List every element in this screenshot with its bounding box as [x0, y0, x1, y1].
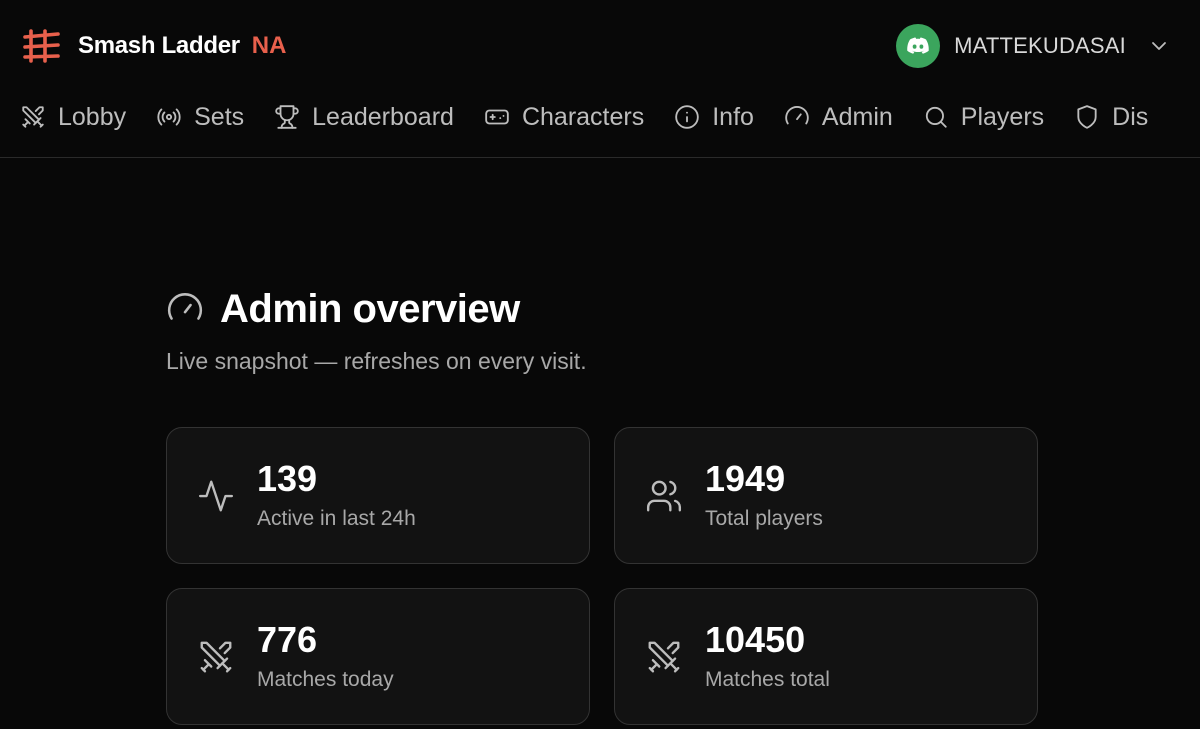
search-icon: [925, 106, 947, 128]
nav-item-info[interactable]: Info: [674, 103, 754, 132]
nav-label: Characters: [521, 102, 645, 131]
gauge-icon: [785, 106, 809, 125]
nav-label: Players: [960, 102, 1045, 131]
page-header: Admin overview Live snapshot — refreshes…: [166, 286, 1038, 375]
shield-icon: [1077, 105, 1097, 129]
stat-value: 139: [257, 458, 318, 499]
users-icon: [646, 480, 682, 512]
nav-label: Sets: [194, 102, 245, 131]
stat-card-players: 1949 Total players: [614, 427, 1038, 564]
user-menu[interactable]: MATTEKUDASAI: [896, 24, 1168, 68]
stat-label: Matches total: [705, 668, 830, 691]
title-row: Admin overview: [166, 286, 1038, 332]
crossed-swords-icon: [22, 106, 44, 128]
broadcast-icon: [157, 108, 181, 126]
crossed-swords-icon: [200, 641, 232, 673]
main-nav: Lobby Sets Leaderboard Characters Info A…: [20, 96, 1178, 138]
brand-name: Smash Ladder: [78, 32, 240, 59]
crossed-swords-icon: [648, 641, 680, 673]
activity-icon: [198, 480, 234, 512]
nav-item-lobby[interactable]: Lobby: [20, 103, 126, 132]
region-label: NA: [251, 32, 287, 59]
stat-value: 10450: [705, 619, 806, 660]
info-icon: [675, 105, 699, 129]
nav-label: Info: [712, 102, 754, 131]
nav-item-characters[interactable]: Characters: [484, 103, 644, 132]
gauge-icon: [167, 293, 203, 320]
top-header: Smash Ladder NA MATTEKUDASAI Lobby Sets …: [0, 0, 1200, 158]
nav-label: Admin: [821, 102, 893, 131]
stats-grid: 139 Active in last 24h 1949 Total player…: [166, 427, 1038, 725]
nav-item-sets[interactable]: Sets: [156, 103, 244, 132]
chevron-down-icon[interactable]: [1150, 37, 1168, 55]
discord-icon: [907, 37, 929, 54]
stat-label: Total players: [705, 507, 823, 530]
stat-card-matches-total: 10450 Matches total: [614, 588, 1038, 725]
brand[interactable]: Smash Ladder NA: [22, 26, 286, 66]
nav-item-leaderboard[interactable]: Leaderboard: [274, 103, 454, 132]
stat-value: 1949: [705, 458, 786, 499]
trophy-icon: [275, 105, 299, 129]
nav-item-players[interactable]: Players: [923, 103, 1044, 132]
stat-label: Active in last 24h: [257, 507, 416, 530]
nav-label: Leaderboard: [312, 102, 454, 131]
page-subtitle: Live snapshot — refreshes on every visit…: [166, 348, 587, 374]
nav-label: Lobby: [58, 102, 127, 131]
discord-avatar[interactable]: [896, 24, 941, 68]
gamepad-icon: [485, 109, 509, 125]
nav-item-admin[interactable]: Admin: [784, 103, 893, 132]
page-title: Admin overview: [220, 286, 520, 331]
stat-card-matches-today: 776 Matches today: [166, 588, 590, 725]
stat-value: 776: [257, 619, 318, 660]
nav-label: Dis: [1112, 102, 1149, 131]
stat-card-active: 139 Active in last 24h: [166, 427, 590, 564]
ladder-logo-icon: [23, 29, 60, 63]
nav-item-dis[interactable]: Dis: [1074, 103, 1148, 132]
stat-label: Matches today: [257, 668, 394, 691]
username: MATTEKUDASAI: [954, 33, 1126, 58]
